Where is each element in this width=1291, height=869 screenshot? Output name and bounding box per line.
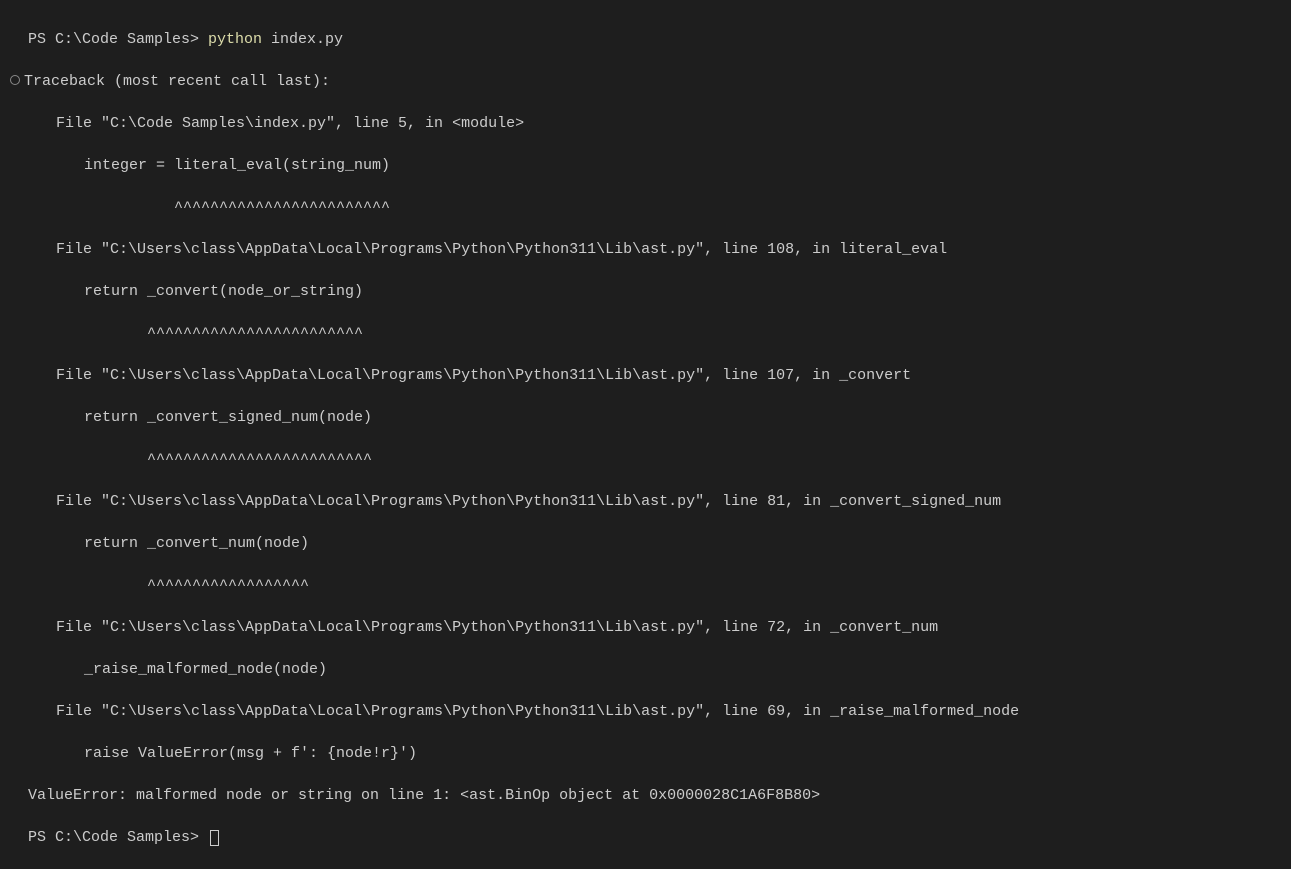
traceback-caret-line: ^^^^^^^^^^^^^^^^^^^^^^^^: [10, 197, 1281, 218]
command-line: PS C:\Code Samples> python index.py: [10, 29, 1281, 50]
traceback-file-line: File "C:\Users\class\AppData\Local\Progr…: [10, 617, 1281, 638]
ready-prompt-line: PS C:\Code Samples>: [10, 827, 1281, 848]
traceback-header: Traceback (most recent call last):: [24, 73, 330, 90]
traceback-code-line: return _convert(node_or_string): [10, 281, 1281, 302]
traceback-code-line: integer = literal_eval(string_num): [10, 155, 1281, 176]
traceback-caret-line: ^^^^^^^^^^^^^^^^^^^^^^^^: [10, 323, 1281, 344]
breakpoint-icon: [10, 75, 20, 85]
terminal-output[interactable]: PS C:\Code Samples> python index.py Trac…: [10, 8, 1281, 869]
ps-prompt: PS C:\Code Samples>: [28, 31, 208, 48]
traceback-caret-line: ^^^^^^^^^^^^^^^^^^: [10, 575, 1281, 596]
traceback-code-line: return _convert_signed_num(node): [10, 407, 1281, 428]
traceback-file-line: File "C:\Users\class\AppData\Local\Progr…: [10, 239, 1281, 260]
command-keyword: python: [208, 31, 262, 48]
traceback-header-line: Traceback (most recent call last):: [10, 71, 1281, 92]
traceback-error-line: ValueError: malformed node or string on …: [10, 785, 1281, 806]
cursor-icon: [210, 830, 219, 846]
traceback-code-line: _raise_malformed_node(node): [10, 659, 1281, 680]
traceback-file-line: File "C:\Users\class\AppData\Local\Progr…: [10, 491, 1281, 512]
command-arg: index.py: [262, 31, 343, 48]
traceback-code-line: raise ValueError(msg + f': {node!r}'): [10, 743, 1281, 764]
ps-prompt: PS C:\Code Samples>: [28, 829, 208, 846]
traceback-file-line: File "C:\Users\class\AppData\Local\Progr…: [10, 701, 1281, 722]
traceback-file-line: File "C:\Code Samples\index.py", line 5,…: [10, 113, 1281, 134]
traceback-caret-line: ^^^^^^^^^^^^^^^^^^^^^^^^^: [10, 449, 1281, 470]
traceback-file-line: File "C:\Users\class\AppData\Local\Progr…: [10, 365, 1281, 386]
traceback-code-line: return _convert_num(node): [10, 533, 1281, 554]
